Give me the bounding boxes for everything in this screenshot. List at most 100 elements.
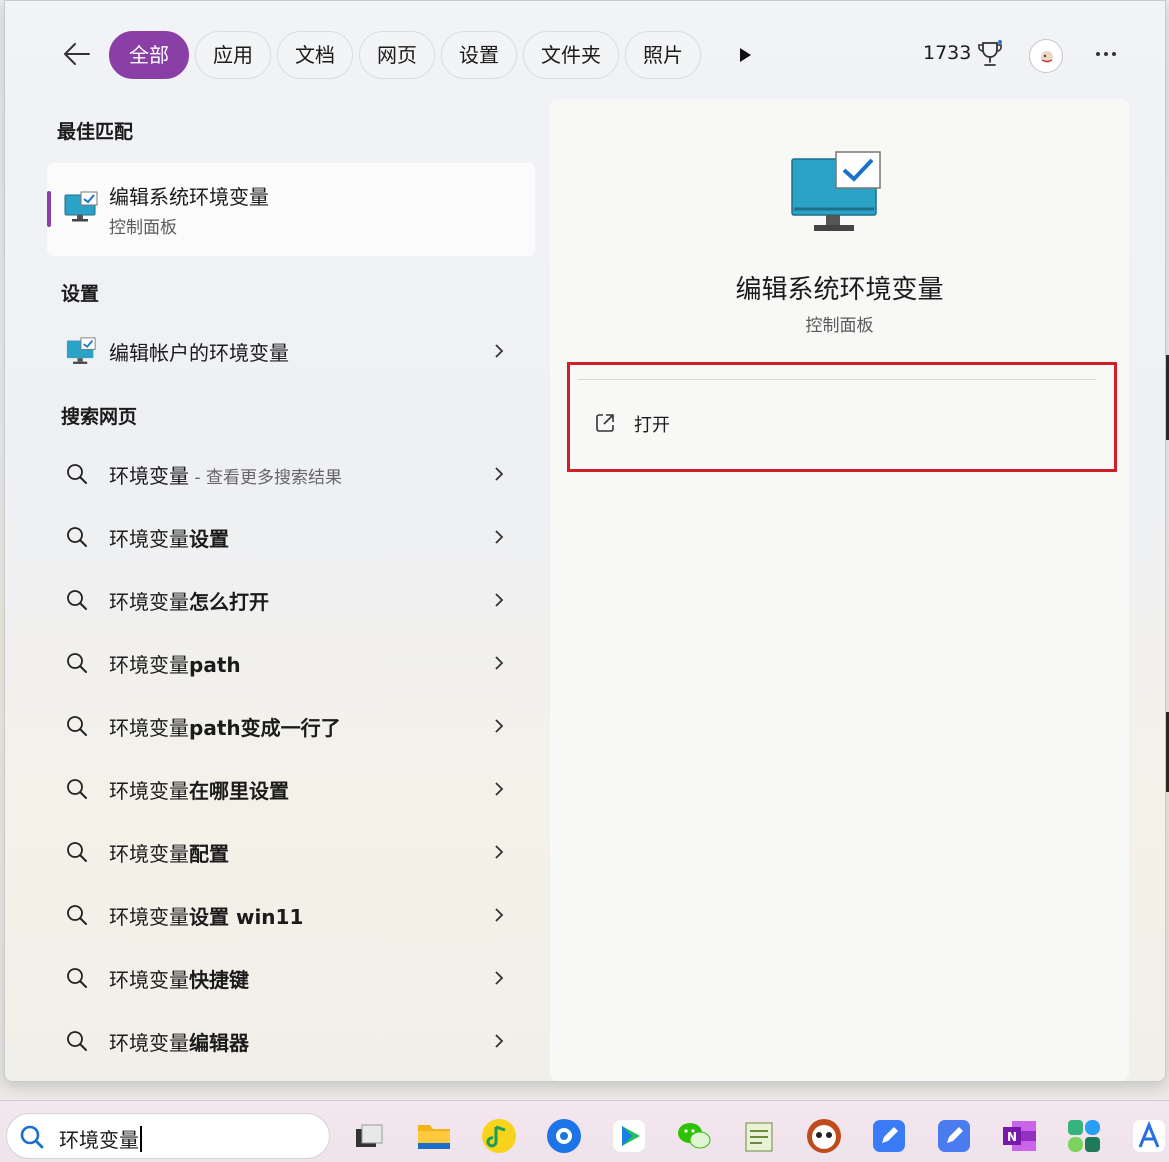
web-suggestion-label: 环境变量快捷键 bbox=[109, 964, 249, 993]
notepad-taskbar-button[interactable] bbox=[740, 1117, 778, 1155]
web-suggestion-label: 环境变量设置 win11 bbox=[109, 901, 303, 930]
search-icon bbox=[65, 777, 89, 805]
suggestion-query: 环境变量 bbox=[109, 527, 189, 551]
browser-app-taskbar-button[interactable] bbox=[545, 1117, 583, 1155]
notes-app-taskbar-button[interactable] bbox=[870, 1117, 908, 1155]
web-suggestion-label: 环境变量path变成一行了 bbox=[109, 712, 341, 741]
more-options-button[interactable] bbox=[1091, 39, 1121, 69]
rewards-points: 1733 bbox=[923, 42, 972, 64]
video-player-taskbar-button[interactable] bbox=[610, 1117, 648, 1155]
chevron-right-icon bbox=[491, 718, 507, 738]
open-action-button[interactable]: 打开 bbox=[590, 405, 790, 441]
trophy-icon bbox=[978, 40, 1002, 66]
grid-app-taskbar-button[interactable] bbox=[1065, 1117, 1103, 1155]
tab-4[interactable]: 设置 bbox=[441, 31, 517, 79]
best-match-result[interactable]: 编辑系统环境变量 控制面板 bbox=[47, 163, 535, 256]
chevron-right-icon bbox=[491, 592, 507, 612]
open-action-label: 打开 bbox=[634, 415, 670, 436]
preview-title: 编辑系统环境变量 bbox=[735, 275, 944, 305]
tab-3[interactable]: 网页 bbox=[359, 31, 435, 79]
web-search-suggestion[interactable]: 环境变量在哪里设置 bbox=[51, 761, 535, 817]
settings-heading: 设置 bbox=[61, 283, 100, 305]
suggestion-query: 环境变量 bbox=[109, 590, 189, 614]
control-panel-monitor-icon bbox=[65, 337, 97, 371]
browser-app-icon bbox=[545, 1119, 583, 1159]
web-search-suggestion[interactable]: 环境变量配置 bbox=[51, 824, 535, 880]
file-explorer-icon bbox=[415, 1125, 453, 1159]
chevron-right-icon bbox=[491, 781, 507, 801]
suggestion-completion: 快捷键 bbox=[189, 968, 249, 992]
translate-app-taskbar-button[interactable] bbox=[1130, 1117, 1168, 1155]
suggestion-completion: path bbox=[189, 653, 241, 677]
taskbar: 环境变量 N bbox=[0, 1100, 1169, 1162]
chevron-right-icon bbox=[491, 970, 507, 990]
web-suggestion-label: 环境变量path bbox=[109, 649, 241, 678]
web-search-suggestion[interactable]: 环境变量path bbox=[51, 635, 535, 691]
ellipsis-icon bbox=[1096, 52, 1116, 56]
notes-app-2-taskbar-button[interactable] bbox=[935, 1117, 973, 1155]
music-app-taskbar-button[interactable] bbox=[480, 1117, 518, 1155]
rewards-trophy-button[interactable] bbox=[977, 40, 1003, 68]
play-icon bbox=[740, 48, 751, 62]
tab-0[interactable]: 全部 bbox=[109, 31, 189, 79]
settings-result-label: 编辑帐户的环境变量 bbox=[109, 341, 289, 365]
web-search-suggestion[interactable]: 环境变量path变成一行了 bbox=[51, 698, 535, 754]
settings-result-edit-account-env[interactable]: 编辑帐户的环境变量 bbox=[51, 323, 535, 379]
taskbar-search-input[interactable]: 环境变量 bbox=[6, 1113, 330, 1159]
wechat-icon bbox=[675, 1123, 713, 1159]
highlight-box: 打开 bbox=[567, 362, 1117, 472]
onenote-taskbar-button[interactable]: N bbox=[1000, 1117, 1038, 1155]
search-icon bbox=[20, 1125, 44, 1149]
suggestion-query: 环境变量 bbox=[109, 716, 189, 740]
file-explorer-taskbar-button[interactable] bbox=[415, 1117, 453, 1155]
search-icon bbox=[65, 588, 89, 616]
tab-2[interactable]: 文档 bbox=[277, 31, 353, 79]
suggestion-query: 环境变量 bbox=[109, 905, 189, 929]
best-match-title: 编辑系统环境变量 bbox=[109, 185, 269, 209]
web-search-suggestion[interactable]: 环境变量快捷键 bbox=[51, 950, 535, 1006]
onenote-icon: N bbox=[1000, 1121, 1038, 1159]
notes-app-icon bbox=[870, 1120, 908, 1159]
panda-app-taskbar-button[interactable] bbox=[805, 1117, 843, 1155]
open-external-icon bbox=[596, 414, 614, 432]
divider bbox=[578, 379, 1096, 380]
search-icon bbox=[65, 651, 89, 679]
avatar-icon bbox=[1041, 51, 1053, 63]
music-app-icon bbox=[480, 1119, 518, 1159]
search-icon bbox=[65, 462, 89, 490]
task-view-icon bbox=[350, 1124, 388, 1159]
chevron-right-icon bbox=[491, 907, 507, 927]
web-search-suggestion[interactable]: 环境变量 - 查看更多搜索结果 bbox=[51, 446, 535, 502]
back-button[interactable] bbox=[61, 39, 93, 69]
web-search-suggestion[interactable]: 环境变量怎么打开 bbox=[51, 572, 535, 628]
suggestion-completion: 配置 bbox=[189, 842, 229, 866]
wechat-taskbar-button[interactable] bbox=[675, 1117, 713, 1155]
search-icon bbox=[65, 1029, 89, 1057]
tab-5[interactable]: 文件夹 bbox=[523, 31, 619, 79]
chevron-right-icon bbox=[491, 844, 507, 864]
web-search-suggestion[interactable]: 环境变量设置 bbox=[51, 509, 535, 565]
taskbar-search-value: 环境变量 bbox=[59, 1124, 142, 1153]
search-icon bbox=[65, 714, 89, 742]
task-view-taskbar-button[interactable] bbox=[350, 1117, 388, 1155]
tab-6[interactable]: 照片 bbox=[625, 31, 701, 79]
more-tabs-button[interactable] bbox=[735, 45, 755, 65]
arrow-left-icon bbox=[64, 43, 90, 65]
control-panel-monitor-icon bbox=[63, 191, 99, 229]
web-suggestion-label: 环境变量在哪里设置 bbox=[109, 775, 289, 804]
web-suggestion-label: 环境变量 - 查看更多搜索结果 bbox=[109, 460, 342, 489]
chevron-right-icon bbox=[491, 1033, 507, 1053]
web-search-suggestion[interactable]: 环境变量编辑器 bbox=[51, 1013, 535, 1069]
web-search-heading: 搜索网页 bbox=[61, 406, 138, 428]
grid-app-icon bbox=[1065, 1120, 1103, 1159]
web-suggestion-label: 环境变量怎么打开 bbox=[109, 586, 269, 615]
suggestion-query: 环境变量 bbox=[109, 1031, 189, 1055]
web-search-suggestion[interactable]: 环境变量设置 win11 bbox=[51, 887, 535, 943]
tab-1[interactable]: 应用 bbox=[195, 31, 271, 79]
chevron-right-icon bbox=[491, 529, 507, 549]
search-icon bbox=[65, 903, 89, 931]
best-match-heading: 最佳匹配 bbox=[57, 121, 134, 143]
user-avatar[interactable] bbox=[1029, 39, 1063, 73]
svg-text:N: N bbox=[1007, 1130, 1017, 1144]
suggestion-completion: 设置 bbox=[189, 527, 229, 551]
